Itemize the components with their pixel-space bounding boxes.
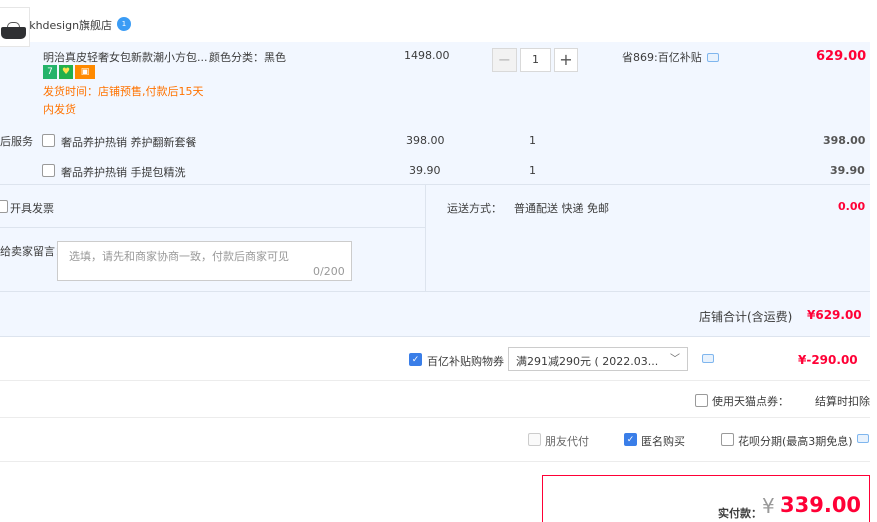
invoice-label[interactable]: 开具发票 [10,200,54,216]
coupon-selected-value: 满291减290元 ( 2022.03... [516,355,659,368]
ship-time-note-cont: 内发货 [43,103,76,116]
currency-symbol: ¥ [762,494,775,518]
service-qty: 1 [529,164,536,177]
huabei-label: 花呗分期(最高3期免息) [738,435,853,448]
friend-pay-label: 朋友代付 [545,435,589,448]
shipping-method: 普通配送 快递 免邮 [514,202,609,215]
product-thumbnail[interactable] [0,7,30,47]
product-sku: 颜色分类：黑色 [209,51,286,64]
anonymous-checkbox[interactable]: ✓ [624,433,637,446]
coupon-amount: ¥-290.00 [798,353,858,367]
shop-total-label: 店铺合计(含运费) [699,310,793,324]
pay-label: 实付款： [718,507,762,520]
char-counter: 0/200 [313,265,345,278]
item-subtotal: 629.00 [816,49,867,64]
coupon-checkbox[interactable]: ✓ [409,353,422,366]
service-qty: 1 [529,134,536,147]
service-checkbox[interactable] [42,164,55,177]
huabei-checkbox[interactable] [721,433,734,446]
shipping-label: 运送方式： [447,202,502,215]
product-badges: 7 ♥ ▣ [43,65,97,79]
product-title-link[interactable]: 明治真皮轻奢女包新款潮小方包... [43,49,208,65]
seven-day-return-icon: 7 [43,65,57,79]
tmall-points-label: 使用天猫点券： [712,395,789,408]
invoice-checkbox[interactable] [0,200,8,213]
qty-increase-button[interactable]: + [554,48,578,72]
comment-icon[interactable] [702,354,714,363]
divider [425,184,426,292]
points-deduct-note: 结算时扣除 [815,395,870,408]
pay-amount: 339.00 [780,493,862,517]
seller-message-placeholder: 选填，请先和商家协商一致，付款后商家可见 [69,250,289,263]
ship-time-note: 发货时间：店铺预售,付款后15天 [43,85,204,98]
service-price: 39.90 [409,164,441,177]
service-name: 奢品养护热销 手提包精洗 [61,166,186,179]
chevron-down-icon[interactable]: ﹀ [670,350,680,365]
comment-icon[interactable] [707,53,719,62]
anonymous-label: 匿名购买 [641,435,685,448]
coupon-label: 百亿补贴购物券 [427,355,504,368]
credit-card-icon: ▣ [75,65,95,79]
comment-icon[interactable] [857,434,869,443]
qty-input[interactable]: 1 [520,48,551,72]
shop-header [0,0,877,42]
shipping-fee: 0.00 [838,200,866,213]
service-price: 398.00 [406,134,445,147]
qty-decrease-button[interactable]: − [492,48,517,72]
friend-pay-checkbox[interactable] [528,433,541,446]
after-sale-service-label: 后服务 [0,135,33,148]
service-checkbox[interactable] [42,134,55,147]
divider [0,227,425,228]
tmall-points-checkbox[interactable] [695,394,708,407]
service-total: 398.00 [823,134,866,147]
service-total: 39.90 [830,164,865,177]
bag-icon [1,27,26,39]
guarantee-icon: ♥ [59,65,73,79]
unit-price: 1498.00 [404,49,450,62]
shop-total-value: ¥629.00 [807,308,862,322]
discount-label: 省869:百亿补贴 [622,51,702,64]
shop-badge-icon: 1 [117,17,131,31]
service-name: 奢品养护热销 养护翻新套餐 [61,136,197,149]
